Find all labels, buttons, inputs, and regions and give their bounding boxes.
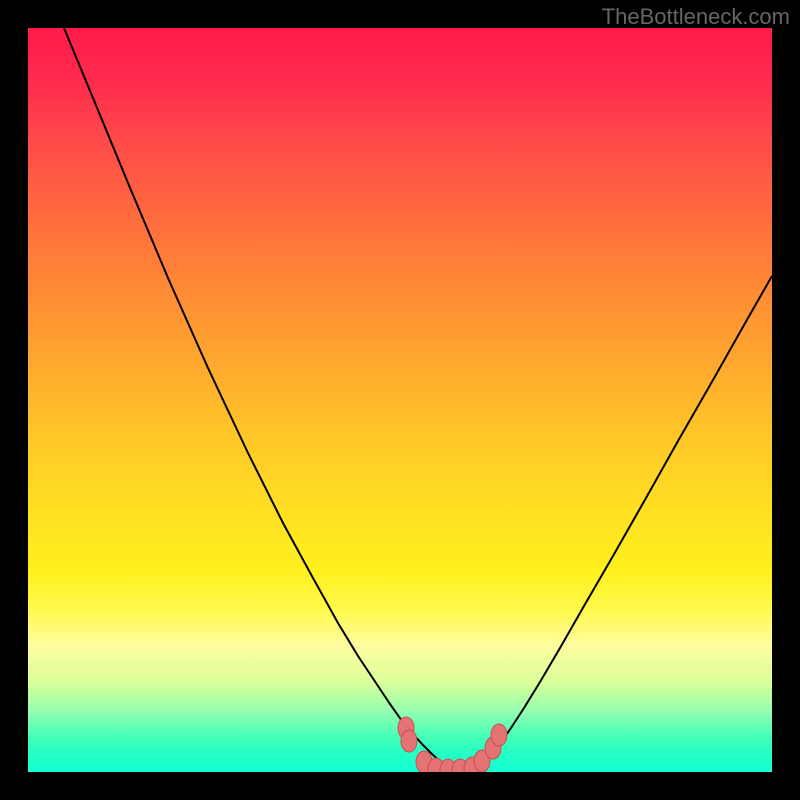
chart-plot-area xyxy=(28,28,772,772)
data-marker xyxy=(491,724,507,746)
bottleneck-curve xyxy=(64,28,772,770)
chart-svg xyxy=(28,28,772,772)
data-marker xyxy=(401,730,417,752)
curve-markers xyxy=(398,717,507,772)
watermark-text: TheBottleneck.com xyxy=(602,4,790,30)
